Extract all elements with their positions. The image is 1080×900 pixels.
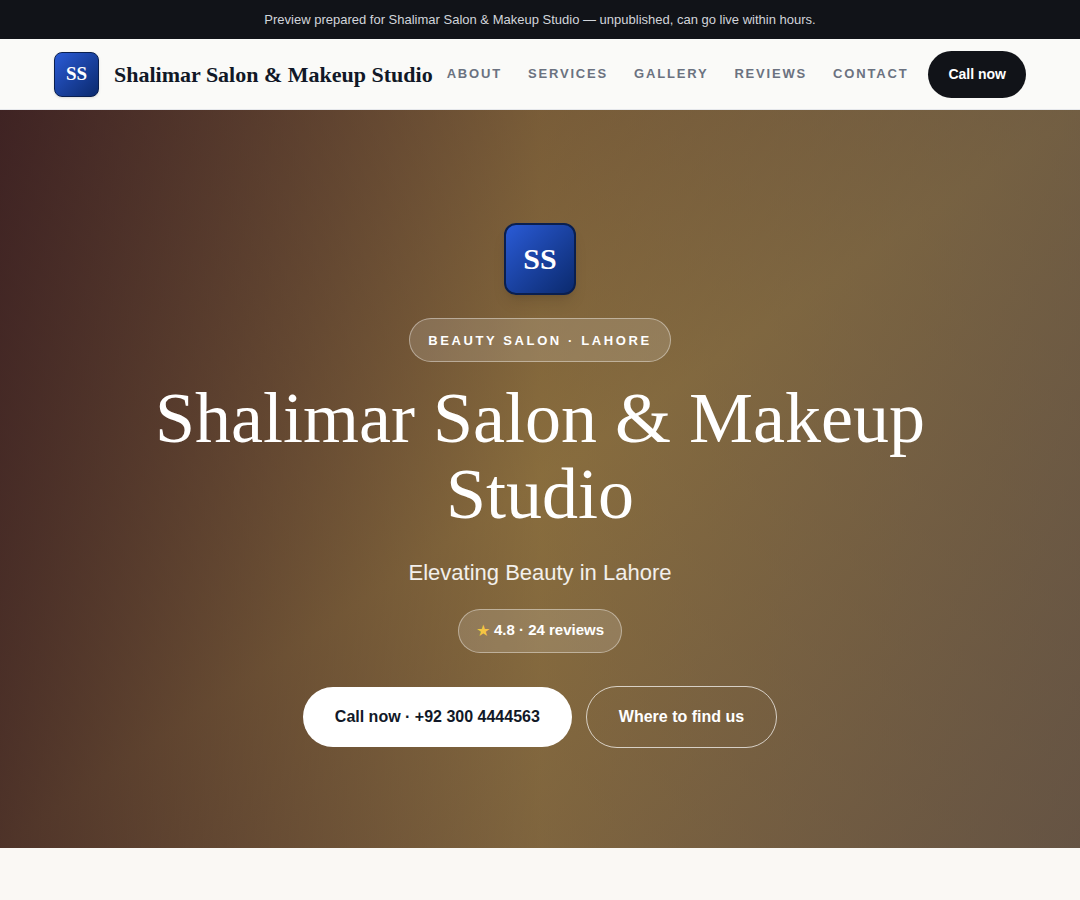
nav-link[interactable]: ABOUT [447,64,502,84]
nav-links: ABOUT SERVICES GALLERY REVIEWS CONTACT [447,64,909,84]
hero-title: Shalimar Salon & Makeup Studio [130,380,950,532]
star-icon: ★ [476,619,490,643]
hero: SS BEAUTY SALON · LAHORE Shalimar Salon & … [0,110,1080,848]
call-now-button[interactable]: Call now [928,51,1026,98]
banner-text: Preview prepared for Shalimar Salon & Ma… [264,10,815,30]
page: Preview prepared for Shalimar Salon & Ma… [0,0,1080,900]
nav-link[interactable]: CONTACT [833,64,908,84]
brand-name: Shalimar Salon & Makeup Studio [114,58,433,91]
logo-badge: SS [54,52,99,97]
next-section [0,848,1080,900]
nav-link[interactable]: REVIEWS [734,64,807,84]
category-badge: BEAUTY SALON · LAHORE [409,318,670,362]
hero-tagline: Elevating Beauty in Lahore [409,556,672,589]
hero-actions: Call now · +92 300 4444563Where to find … [303,686,777,748]
nav-link[interactable]: SERVICES [528,64,608,84]
preview-banner: Preview prepared for Shalimar Salon & Ma… [0,0,1080,39]
rating-pill: ★4.8 · 24 reviews [458,609,622,653]
directions-button[interactable]: Where to find us [586,686,777,748]
brand[interactable]: SS Shalimar Salon & Makeup Studio [54,52,433,97]
navbar: SS Shalimar Salon & Makeup Studio ABOUT SER… [0,39,1080,110]
hero-logo: SS [504,223,576,295]
call-button[interactable]: Call now · +92 300 4444563 [303,687,572,747]
nav-link[interactable]: GALLERY [634,64,708,84]
